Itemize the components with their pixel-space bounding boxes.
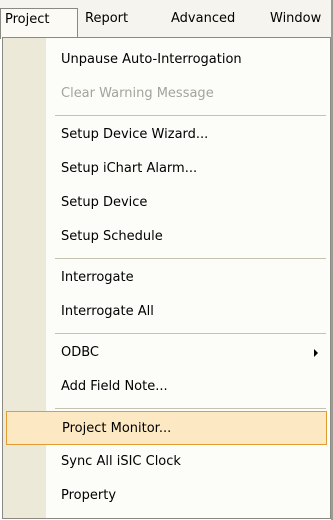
menu-separator	[55, 258, 326, 259]
menu-report[interactable]: Report	[85, 8, 128, 30]
menu-window-label: Window	[270, 11, 322, 26]
menu-item-odbc[interactable]: ODBC	[3, 336, 330, 370]
menu-item-label: Add Field Note...	[61, 379, 168, 394]
menu-item-label: Interrogate	[61, 270, 134, 285]
menu-item-sync-all-isic-clock[interactable]: Sync All iSIC Clock	[3, 445, 330, 479]
menu-separator	[55, 333, 326, 334]
menu-item-label: Setup Schedule	[61, 229, 163, 244]
menu-item-label: Setup Device Wizard...	[61, 127, 209, 142]
menu-window[interactable]: Window	[270, 8, 321, 30]
menu-project-label: Project	[5, 12, 50, 27]
menu-item-label: Project Monitor...	[62, 421, 172, 436]
menu-report-label: Report	[85, 11, 129, 26]
menu-item-unpause-auto-interrogation[interactable]: Unpause Auto-Interrogation	[3, 43, 330, 77]
menu-advanced-label: Advanced	[171, 11, 236, 26]
menu-advanced[interactable]: Advanced	[171, 8, 235, 30]
menu-item-label: Clear Warning Message	[61, 86, 214, 101]
menu-item-property[interactable]: Property	[3, 479, 330, 513]
project-dropdown-menu: Unpause Auto-Interrogation Clear Warning…	[2, 37, 331, 519]
menu-item-setup-device[interactable]: Setup Device	[3, 186, 330, 220]
menu-item-label: Property	[61, 488, 117, 503]
menu-item-setup-device-wizard[interactable]: Setup Device Wizard...	[3, 118, 330, 152]
menu-item-setup-schedule[interactable]: Setup Schedule	[3, 220, 330, 254]
menu-separator	[55, 115, 326, 116]
menu-item-project-monitor[interactable]: Project Monitor...	[6, 411, 327, 445]
menu-item-clear-warning-message: Clear Warning Message	[3, 77, 330, 111]
menu-item-label: Unpause Auto-Interrogation	[61, 52, 242, 67]
menu-project[interactable]: Project	[0, 8, 78, 39]
menu-separator	[55, 408, 326, 409]
menu-item-add-field-note[interactable]: Add Field Note...	[3, 370, 330, 404]
menu-item-interrogate-all[interactable]: Interrogate All	[3, 295, 330, 329]
menu-item-label: Setup Device	[61, 195, 148, 210]
menu-item-label: Interrogate All	[61, 304, 154, 319]
menu-item-label: ODBC	[61, 345, 100, 360]
menu-item-interrogate[interactable]: Interrogate	[3, 261, 330, 295]
menu-item-label: Sync All iSIC Clock	[61, 454, 181, 469]
menu-bar: Project Report Advanced Window	[0, 0, 333, 39]
menu-item-setup-ichart-alarm[interactable]: Setup iChart Alarm...	[3, 152, 330, 186]
menu-item-label: Setup iChart Alarm...	[61, 161, 198, 176]
submenu-arrow-icon	[314, 349, 318, 357]
